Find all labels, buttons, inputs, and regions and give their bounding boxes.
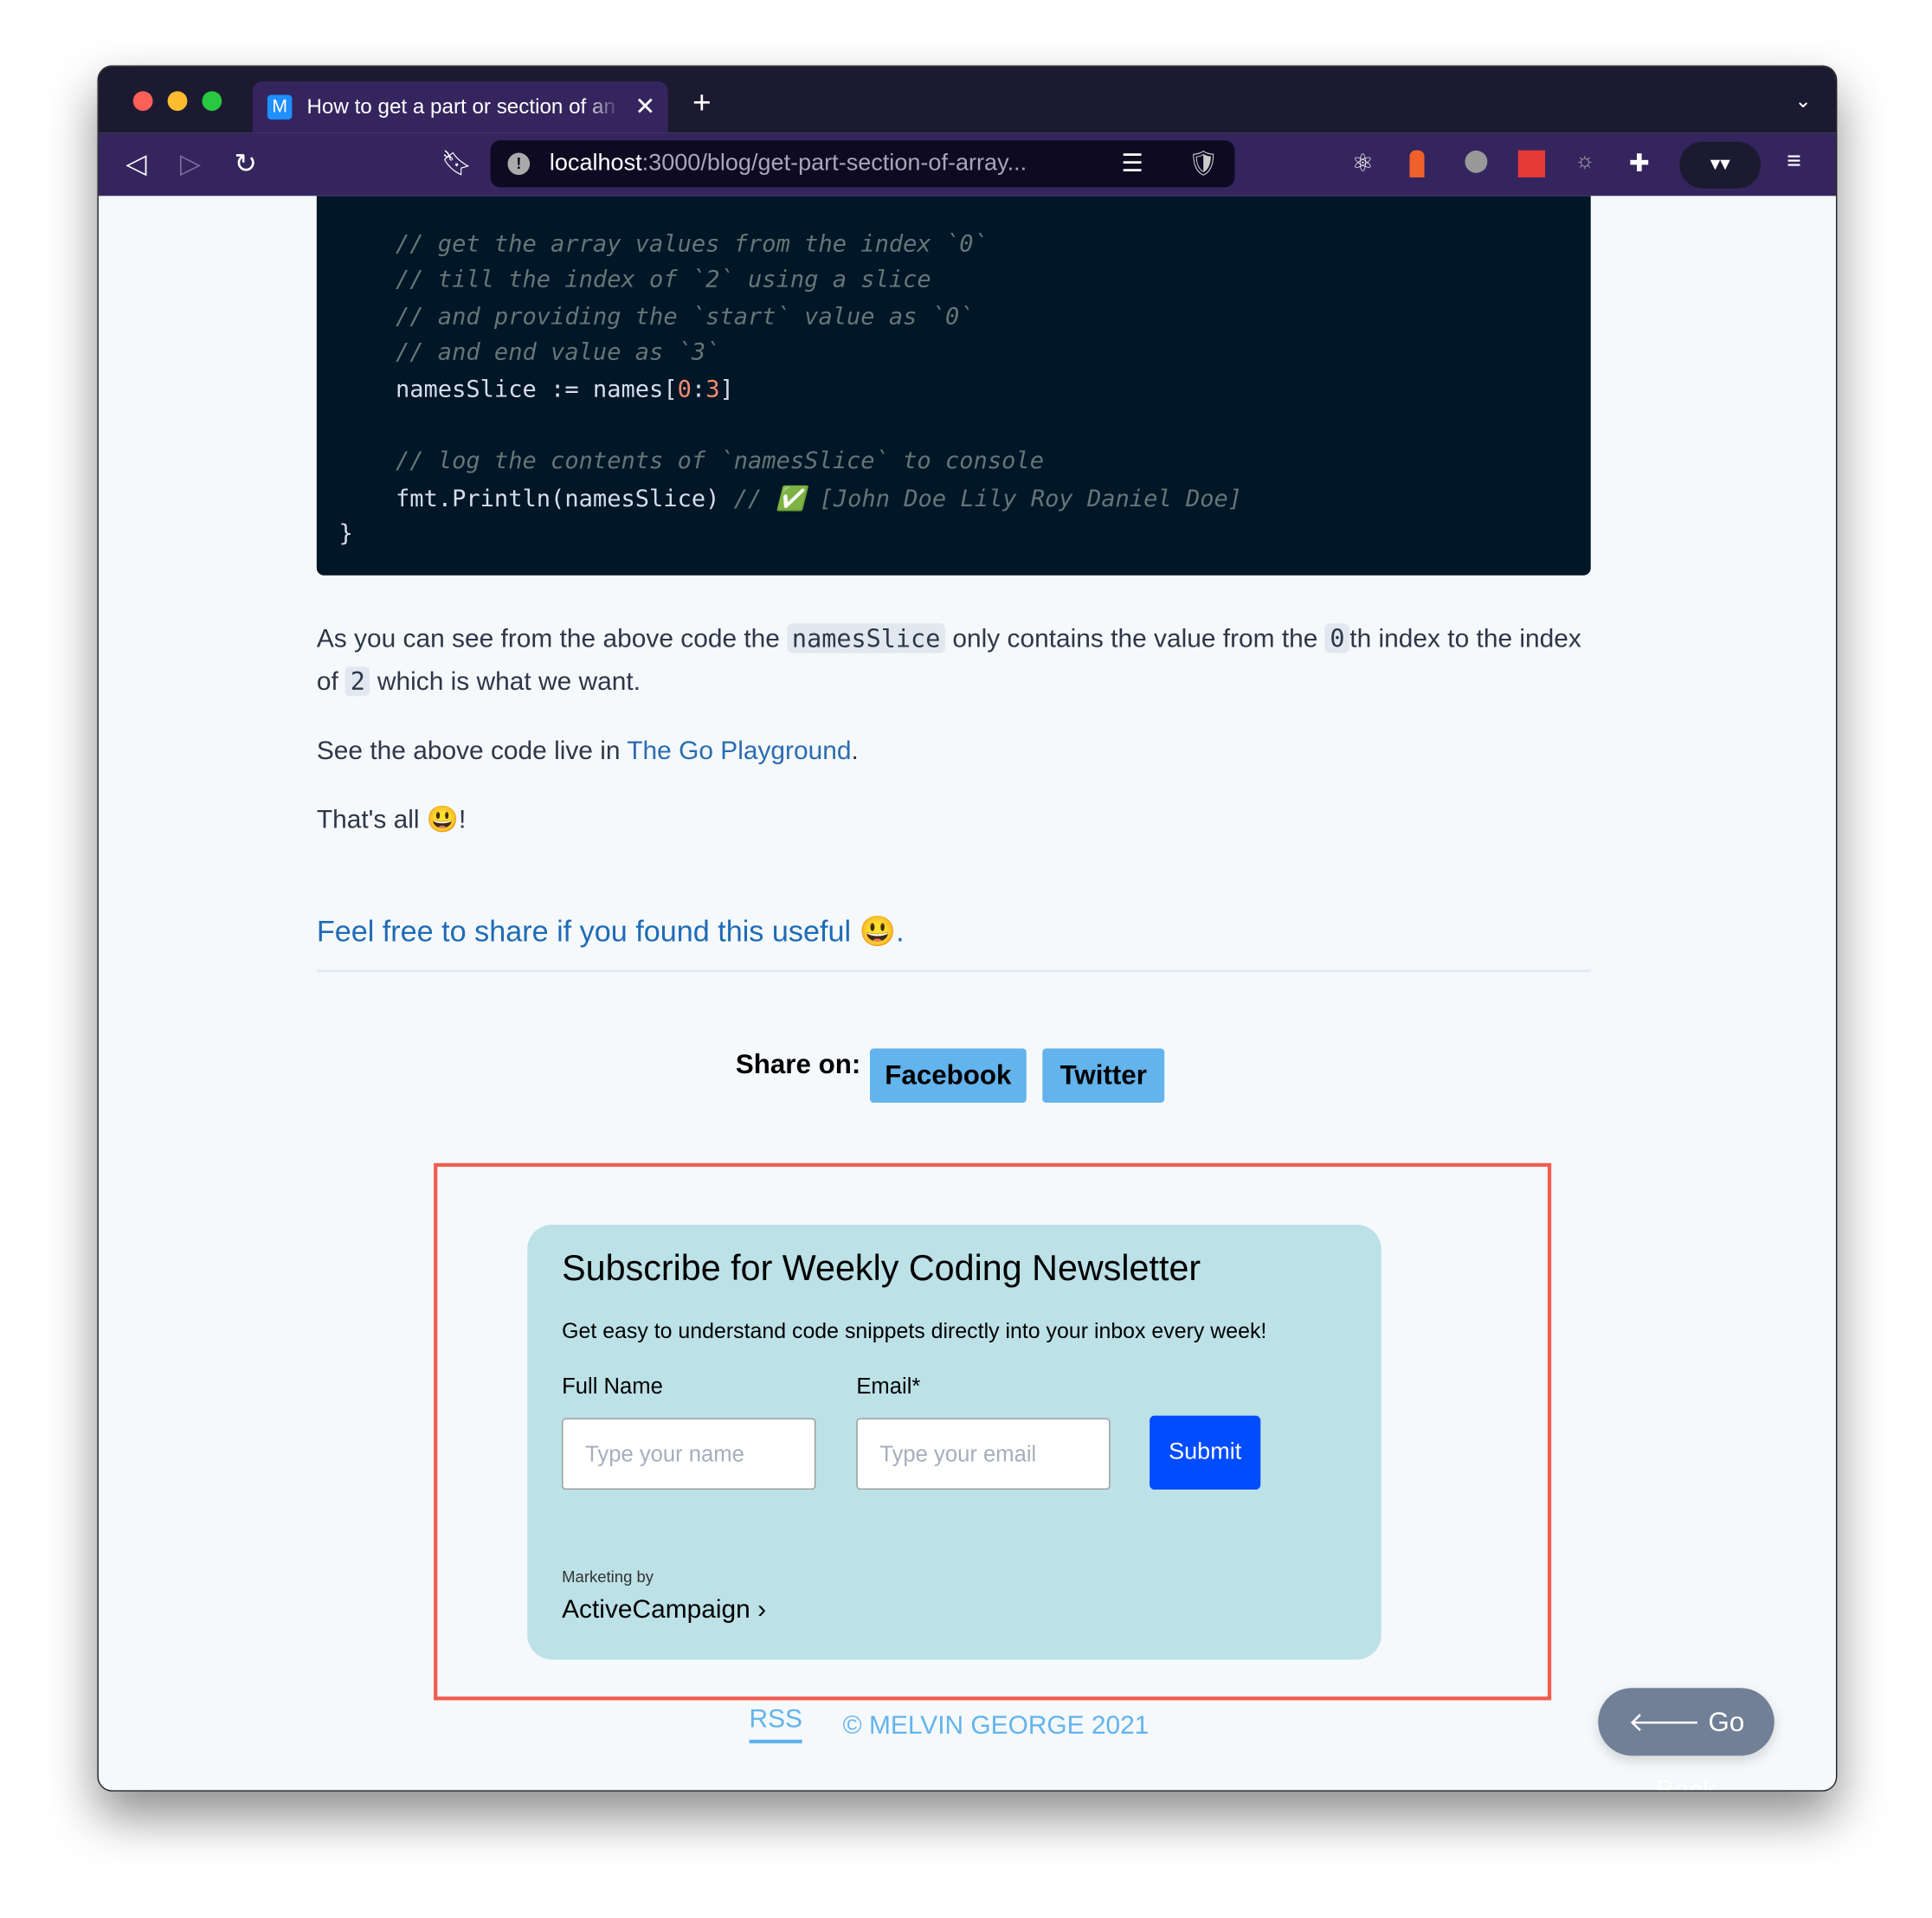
- code-token: // till the index of `2` using a slice: [395, 267, 931, 294]
- code-token: // get the array values from the index `…: [395, 230, 988, 258]
- code-token: :: [691, 375, 706, 402]
- paragraph-thats-all: That's all 😃!: [316, 805, 467, 834]
- share-prompt: Feel free to share if you found this use…: [316, 915, 905, 949]
- extension-icon[interactable]: ⬤: [1464, 148, 1489, 174]
- newsletter-subtitle: Get easy to understand code snippets dir…: [562, 1318, 1267, 1343]
- code-token: 3: [705, 375, 720, 402]
- newsletter-form: Subscribe for Weekly Coding Newsletter G…: [527, 1224, 1381, 1660]
- code-token: // and providing the `start` value as `0…: [395, 302, 974, 331]
- page-content: // get the array values from the index `…: [99, 196, 1812, 1790]
- reader-mode-icon[interactable]: ☰: [1121, 148, 1143, 179]
- text: .: [851, 737, 859, 765]
- facebook-share-button[interactable]: Facebook: [869, 1048, 1027, 1104]
- go-playground-link[interactable]: The Go Playground: [627, 737, 851, 765]
- bookmark-icon[interactable]: 🔖︎: [441, 148, 473, 179]
- address-bar[interactable]: ! localhost:3000/blog/get-part-section-o…: [490, 140, 1235, 188]
- code-token: 0: [677, 375, 692, 402]
- email-input[interactable]: Type your email: [856, 1418, 1111, 1490]
- red-extension-icon[interactable]: [1517, 150, 1546, 177]
- back-icon[interactable]: ◁: [126, 148, 146, 180]
- code-line: // log the contents of `namesSlice` to c…: [396, 447, 1044, 474]
- tab-bar: M How to get a part or section of an arr…: [98, 66, 1837, 133]
- code-token: // ✅ [John Doe Lily Roy Daniel Doe]: [733, 485, 1243, 512]
- forward-icon[interactable]: ▷: [180, 148, 201, 180]
- lighthouse-icon[interactable]: [1409, 150, 1425, 177]
- maximize-window-button[interactable]: [202, 91, 222, 112]
- minimize-window-button[interactable]: [167, 91, 188, 112]
- code-token: }: [338, 519, 353, 548]
- paragraph-explanation: As you can see from the above code the n…: [317, 617, 1598, 704]
- tab-title: How to get a part or section of an array: [306, 94, 621, 119]
- extensions-puzzle-icon[interactable]: ✚: [1629, 148, 1650, 179]
- code-token: namesSlice := names[: [395, 375, 678, 402]
- activecampaign-link[interactable]: ActiveCampaign ›: [562, 1595, 766, 1625]
- code-line: // and end value as `3`: [396, 339, 720, 366]
- email-label: Email*: [856, 1374, 921, 1399]
- react-devtools-icon[interactable]: ⚛: [1352, 148, 1375, 179]
- close-tab-icon[interactable]: ✕: [634, 91, 655, 122]
- copyright: © MELVIN GEORGE 2021: [842, 1711, 1150, 1740]
- code-token: // log the contents of `namesSlice` to c…: [395, 447, 1044, 475]
- inline-code: 2: [345, 666, 370, 697]
- text: only contains the value from the: [945, 624, 1325, 653]
- text: As you can see from the above code the: [316, 624, 788, 653]
- newsletter-title: Subscribe for Weekly Coding Newsletter: [562, 1249, 1201, 1289]
- profile-glasses-icon[interactable]: ▾▾: [1679, 141, 1761, 189]
- code-block: // get the array values from the index `…: [316, 196, 1591, 576]
- go-back-button[interactable]: 🡐 Go Back: [1598, 1688, 1774, 1790]
- brave-shield-icon[interactable]: 🛡︎: [1188, 148, 1219, 179]
- tab-list-chevron-icon[interactable]: ⌄: [1794, 88, 1811, 113]
- inline-code: 0: [1324, 623, 1350, 653]
- close-window-button[interactable]: [132, 91, 153, 112]
- reload-icon[interactable]: ↻: [234, 148, 256, 180]
- code-token: // and end value as `3`: [395, 338, 720, 367]
- twitter-share-button[interactable]: Twitter: [1042, 1048, 1165, 1104]
- submit-button[interactable]: Submit: [1150, 1415, 1261, 1490]
- divider: [316, 969, 1591, 973]
- text: See the above code live in: [316, 737, 628, 765]
- marketing-by-label: Marketing by: [562, 1567, 654, 1587]
- paragraph-playground: See the above code live in The Go Playgr…: [317, 731, 1598, 772]
- inline-code: namesSlice: [787, 623, 946, 653]
- url-host: localhost: [549, 150, 642, 177]
- favicon-icon: M: [267, 94, 293, 120]
- code-line: fmt.Println(namesSlice) // ✅ [John Doe L…: [396, 484, 1242, 512]
- url-path: :3000/blog/get-part-section-of-array...: [641, 150, 1027, 177]
- code-token: ]: [719, 375, 734, 402]
- site-info-icon[interactable]: !: [507, 152, 531, 176]
- tab-active[interactable]: M How to get a part or section of an arr…: [252, 80, 668, 133]
- toolbar: ◁ ▷ ↻ 🔖︎ ! localhost:3000/blog/get-part-…: [98, 132, 1837, 196]
- code-line: namesSlice := names[0:3]: [396, 376, 734, 402]
- share-label: Share on:: [735, 1048, 861, 1079]
- code-line: // and providing the `start` value as `0…: [396, 303, 974, 330]
- text: which is what we want.: [370, 667, 641, 697]
- menu-icon[interactable]: ≡: [1787, 148, 1801, 177]
- code-line: }: [338, 520, 352, 547]
- new-tab-button[interactable]: +: [692, 84, 712, 122]
- code-token: fmt.Println(namesSlice): [395, 485, 734, 512]
- rss-link[interactable]: RSS: [749, 1705, 802, 1744]
- code-line: // get the array values from the index `…: [396, 230, 988, 257]
- sun-extension-icon[interactable]: ☼: [1575, 148, 1594, 174]
- full-name-label: Full Name: [562, 1374, 663, 1399]
- code-line: // till the index of `2` using a slice: [396, 267, 931, 293]
- full-name-input[interactable]: Type your name: [562, 1418, 816, 1490]
- browser-window: M How to get a part or section of an arr…: [97, 65, 1838, 1792]
